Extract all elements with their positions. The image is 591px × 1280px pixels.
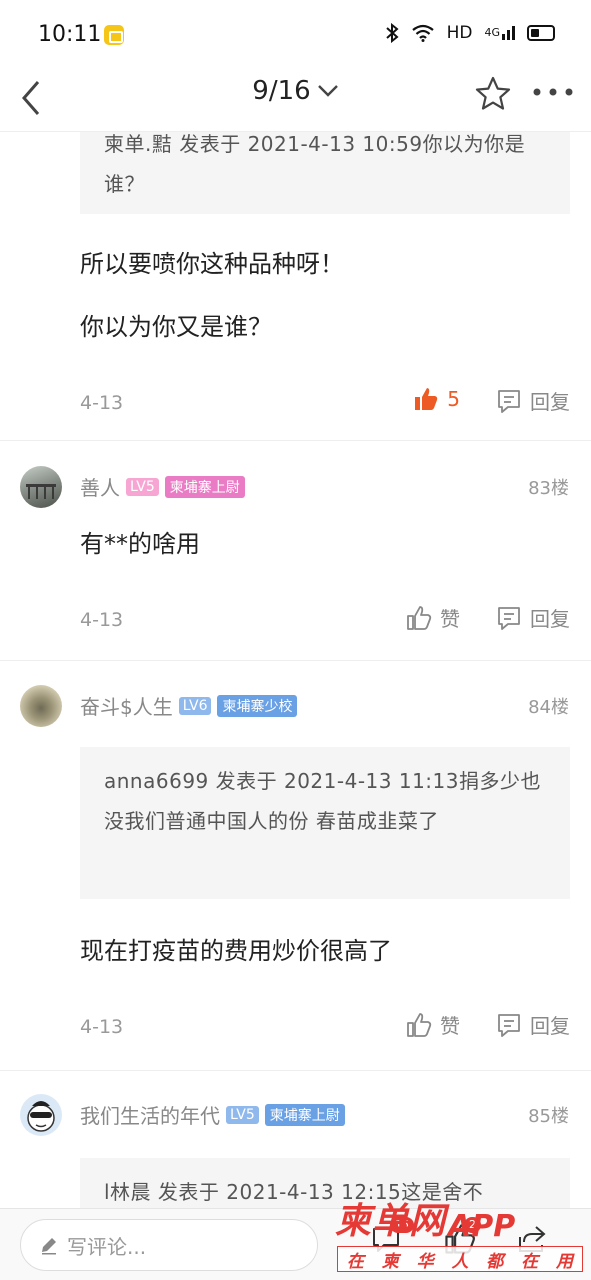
comment-count: 15 [390, 1217, 414, 1233]
wifi-icon [411, 24, 434, 42]
signal-icon: 4G [484, 26, 515, 40]
floor-number: 84楼 [528, 697, 569, 718]
reply-button[interactable]: 回复 [496, 1010, 570, 1039]
thumbs-up-icon [407, 605, 432, 630]
bottom-bar: 写评论... 15 2 [0, 1208, 591, 1280]
avatar[interactable] [20, 466, 62, 508]
post-header: 奋斗$人生 LV6 柬埔寨少校 84楼 [0, 685, 591, 729]
top-nav: 9/16 [0, 70, 591, 132]
reply-button[interactable]: 回复 [496, 386, 570, 415]
quoted-reply: l林晨 发表于 2021-4-13 12:15这是舍不 [80, 1158, 570, 1208]
author-name[interactable]: 善人 [80, 472, 120, 501]
post-header: 善人 LV5 柬埔寨上尉 83楼 [0, 466, 591, 510]
status-time: 10:11 [38, 22, 102, 47]
avatar[interactable] [20, 685, 62, 727]
comments-button[interactable]: 15 [370, 1217, 414, 1263]
reply-bubble-icon [498, 389, 520, 413]
share-button[interactable] [516, 1223, 556, 1263]
network-label: HD [446, 23, 473, 43]
battery-icon [527, 25, 555, 41]
rank-badge: 柬埔寨上尉 [164, 475, 245, 498]
reply-button[interactable]: 回复 [496, 603, 570, 632]
reply-bubble-icon [498, 1013, 520, 1037]
share-icon [519, 1226, 546, 1252]
post-date: 4-13 [80, 609, 124, 631]
notification-app-icon [104, 25, 124, 45]
like-button[interactable]: 5 [413, 386, 460, 412]
level-badge: LV5 [126, 477, 159, 496]
author-name[interactable]: 奋斗$人生 [80, 691, 173, 720]
floor-number: 83楼 [528, 478, 569, 499]
reply-label: 回复 [530, 607, 570, 631]
bluetooth-icon [385, 23, 399, 43]
rank-badge: 柬埔寨上尉 [264, 1103, 345, 1126]
post-text-line: 你以为你又是谁？ [80, 313, 272, 341]
like-count: 2 [464, 1217, 481, 1233]
rank-badge: 柬埔寨少校 [217, 694, 298, 717]
reply-label: 回复 [530, 1014, 570, 1038]
post-84: 奋斗$人生 LV6 柬埔寨少校 84楼 anna6699 发表于 2021-4-… [0, 685, 591, 1048]
post-83: 善人 LV5 柬埔寨上尉 83楼 有**的啥用 4-13 赞 回复 [0, 466, 591, 641]
floor-number: 85楼 [528, 1106, 569, 1127]
status-bar: 10:11 HD 4G [0, 0, 591, 70]
author-info: 我们生活的年代 LV5 柬埔寨上尉 [80, 1100, 345, 1129]
post-82-continued: 柬单.黠 发表于 2021-4-13 10:59你以为你是谁？ 所以要喷你这种品… [0, 132, 591, 424]
reply-label: 回复 [530, 390, 570, 414]
thumbs-up-icon [407, 1012, 432, 1037]
comment-input[interactable]: 写评论... [20, 1219, 318, 1271]
post-text: 有**的啥用 [80, 530, 200, 558]
post-actions: 4-13 5 回复 [80, 384, 570, 424]
post-date: 4-13 [80, 1016, 124, 1038]
post-text: 现在打疫苗的费用炒价很高了 [80, 937, 392, 965]
star-icon[interactable] [473, 74, 513, 114]
avatar[interactable] [20, 1094, 62, 1136]
comment-placeholder: 写评论... [67, 1234, 147, 1259]
chevron-down-icon [317, 85, 338, 97]
signal-type: 4G [484, 26, 500, 39]
thumbs-up-filled-icon [415, 388, 438, 410]
post-85: 我们生活的年代 LV5 柬埔寨上尉 85楼 l林晨 发表于 2021-4-13 … [0, 1094, 591, 1208]
post-actions: 4-13 赞 回复 [80, 1008, 570, 1048]
author-info: 奋斗$人生 LV6 柬埔寨少校 [80, 691, 298, 720]
like-count: 5 [447, 387, 460, 411]
page-number: 9/16 [252, 76, 311, 106]
status-icons: HD 4G [385, 23, 555, 43]
divider [0, 440, 591, 441]
like-button[interactable]: 赞 [406, 603, 460, 632]
post-actions: 4-13 赞 回复 [80, 601, 570, 641]
quoted-reply: anna6699 发表于 2021-4-13 11:13捐多少也没我们普通中国人… [80, 747, 570, 899]
thread-content: 柬单.黠 发表于 2021-4-13 10:59你以为你是谁？ 所以要喷你这种品… [0, 132, 591, 1208]
level-badge: LV6 [178, 696, 212, 715]
more-icon[interactable] [531, 80, 575, 104]
like-label: 赞 [440, 1014, 460, 1038]
like-button[interactable]: 赞 [406, 1010, 460, 1039]
post-text-line: 所以要喷你这种品种呀！ [80, 250, 344, 278]
post-header: 我们生活的年代 LV5 柬埔寨上尉 85楼 [0, 1094, 591, 1138]
reply-bubble-icon [498, 606, 520, 630]
author-info: 善人 LV5 柬埔寨上尉 [80, 472, 245, 501]
pencil-icon [42, 1238, 56, 1255]
author-name[interactable]: 我们生活的年代 [80, 1100, 220, 1129]
divider [0, 660, 591, 661]
quoted-reply: 柬单.黠 发表于 2021-4-13 10:59你以为你是谁？ [80, 132, 570, 214]
post-date: 4-13 [80, 392, 124, 414]
level-badge: LV5 [226, 1105, 259, 1124]
divider [0, 1070, 591, 1071]
like-label: 赞 [440, 607, 460, 631]
thread-like-button[interactable]: 2 [444, 1217, 484, 1263]
